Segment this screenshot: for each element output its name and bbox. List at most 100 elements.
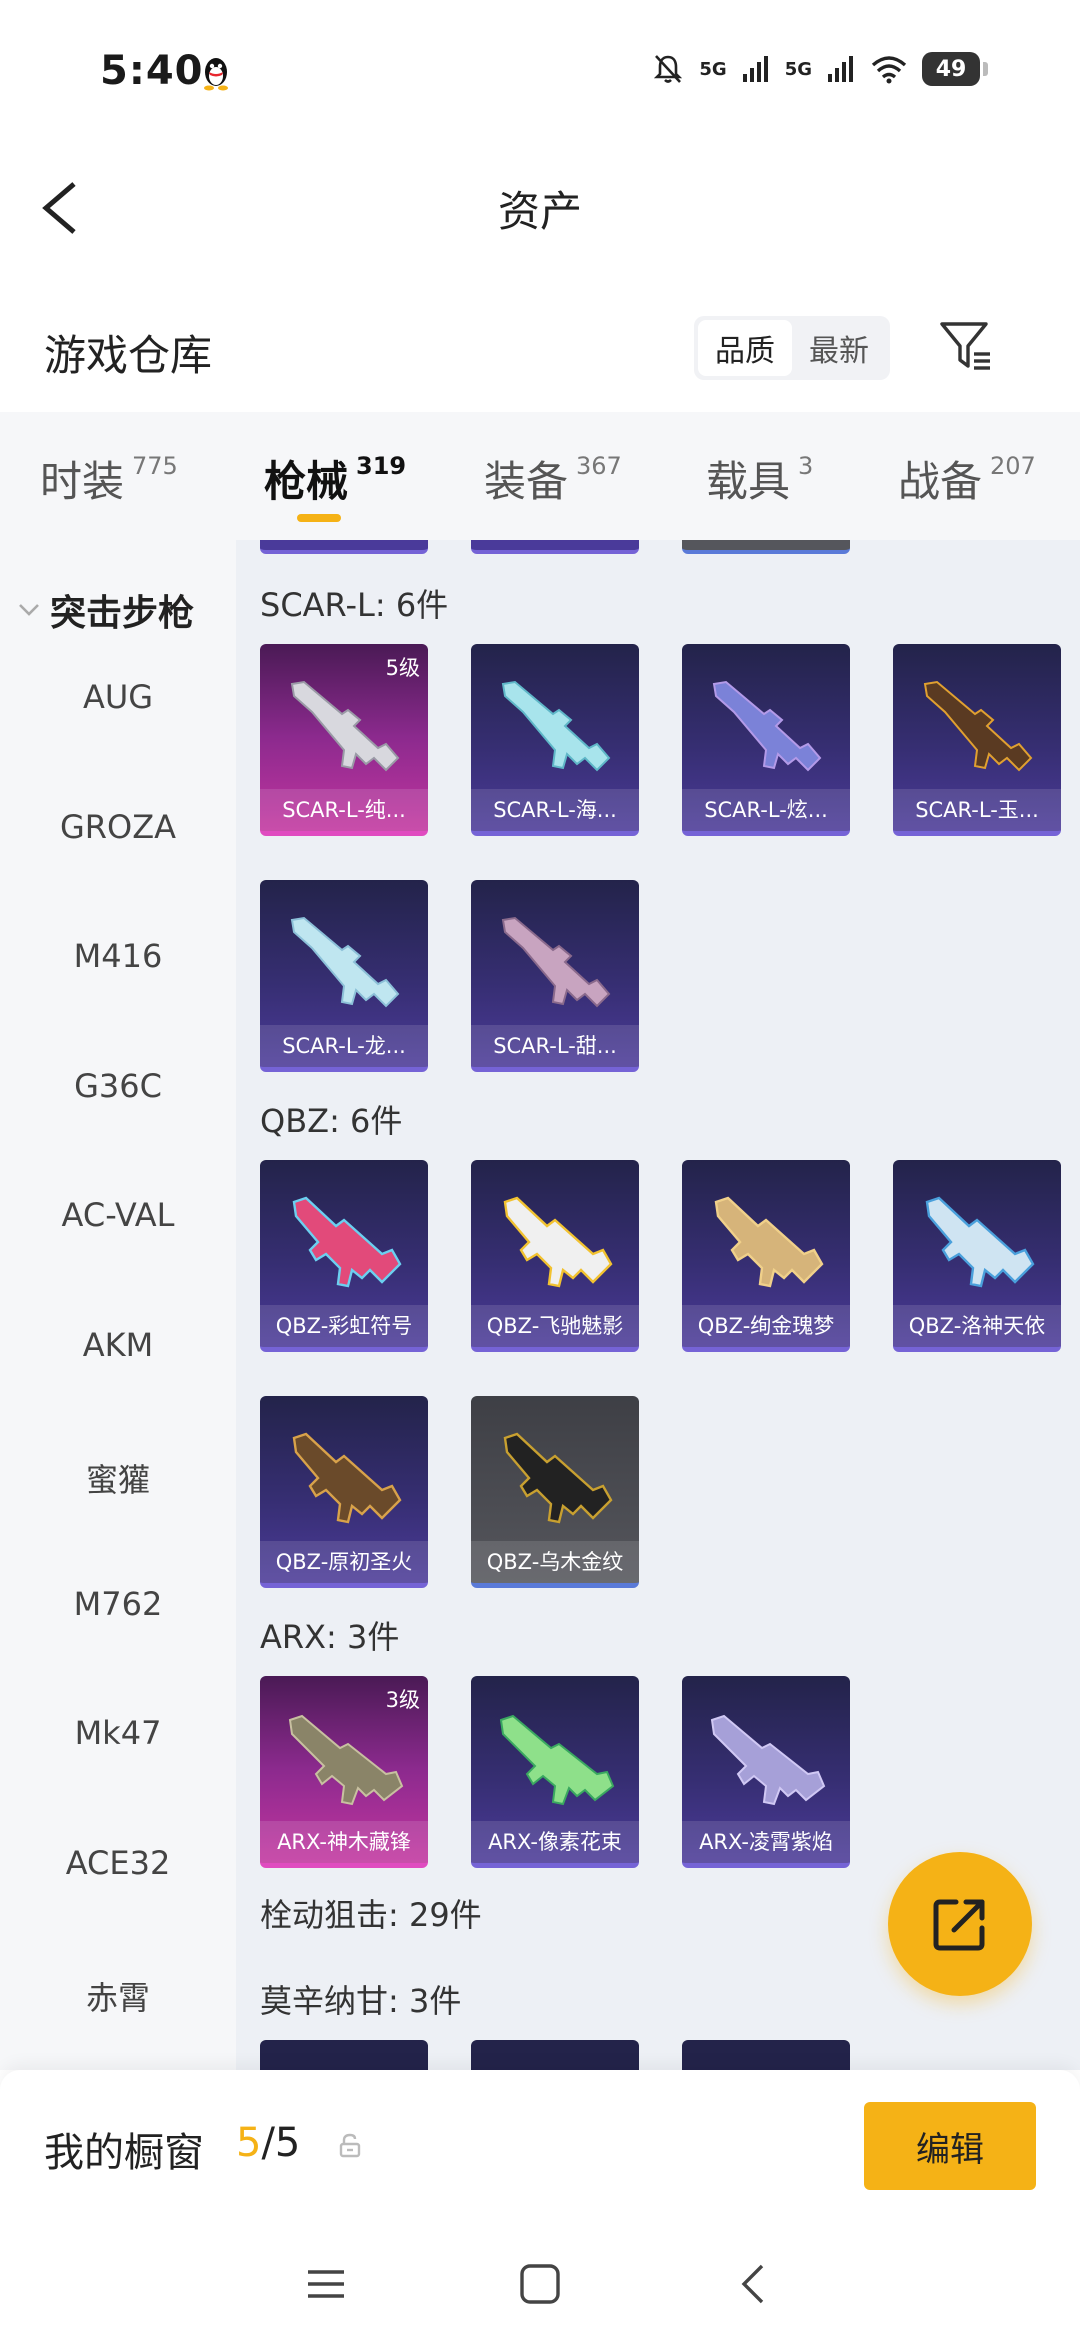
item-card-partial[interactable]	[682, 540, 850, 554]
menu-icon[interactable]	[304, 2262, 348, 2306]
mute-bell-icon	[654, 55, 683, 83]
share-icon	[933, 1899, 985, 1951]
sidebar-category-label: 突击步枪	[50, 593, 195, 634]
item-name: ARX-神木藏锋	[260, 1821, 428, 1863]
tab-vehicles[interactable]: 载具 3	[706, 412, 813, 540]
rifle-icon	[503, 1432, 613, 1524]
rifle-icon	[292, 1196, 402, 1288]
page-title: 资产	[497, 187, 582, 236]
tab-label: 战备	[898, 457, 983, 506]
item-card[interactable]: ARX-像素花束	[471, 1676, 639, 1868]
rifle-icon	[501, 916, 611, 1008]
showcase-total: /5	[261, 2120, 301, 2166]
showcase-count: 5/5	[236, 2120, 300, 2166]
sidebar-item-mk47[interactable]: Mk47	[0, 1714, 236, 1752]
home-icon[interactable]	[518, 2262, 562, 2306]
section-title-qbz: QBZ: 6件	[260, 1102, 403, 1140]
sidebar-item-akm[interactable]: AKM	[0, 1326, 236, 1364]
tab-guns[interactable]: 枪械 319	[264, 412, 406, 540]
item-card[interactable]: QBZ-飞驰魅影	[471, 1160, 639, 1352]
tab-count: 775	[132, 452, 178, 480]
tab-count: 3	[798, 452, 814, 480]
item-card[interactable]: QBZ-彩虹符号	[260, 1160, 428, 1352]
rifle-icon	[503, 1196, 613, 1288]
item-card[interactable]: 5级 SCAR-L-纯...	[260, 644, 428, 836]
item-card-partial[interactable]	[471, 2040, 639, 2070]
item-card-partial[interactable]	[471, 540, 639, 554]
system-nav-bar	[0, 2220, 1080, 2347]
rifle-icon	[714, 1196, 824, 1288]
status-icons: 5G 5G 49	[651, 52, 988, 86]
tab-count: 367	[576, 452, 622, 480]
sidebar-item-ac-val[interactable]: AC-VAL	[0, 1196, 236, 1234]
item-card[interactable]: QBZ-原初圣火	[260, 1396, 428, 1588]
rifle-icon	[712, 680, 822, 772]
item-card[interactable]: SCAR-L-龙...	[260, 880, 428, 1072]
item-name: QBZ-原初圣火	[260, 1541, 428, 1583]
tab-label: 装备	[484, 457, 569, 506]
signal-2-icon	[828, 56, 853, 82]
rifle-icon	[710, 1714, 826, 1806]
warehouse-title: 游戏仓库	[44, 331, 213, 380]
item-card[interactable]: 3级 ARX-神木藏锋	[260, 1676, 428, 1868]
item-name: QBZ-绚金瑰梦	[682, 1305, 850, 1347]
lock-icon	[339, 2133, 361, 2158]
item-card-partial[interactable]	[682, 2040, 850, 2070]
nav-back-icon[interactable]	[732, 2262, 776, 2306]
item-card[interactable]: SCAR-L-甜...	[471, 880, 639, 1072]
share-button[interactable]	[888, 1852, 1032, 1996]
tab-equipment[interactable]: 装备 367	[484, 412, 622, 540]
battery-indicator: 49	[922, 52, 988, 86]
tab-count: 207	[990, 452, 1036, 480]
section-title-mosin: 莫辛纳甘: 3件	[260, 1982, 462, 2020]
edit-button[interactable]: 编辑	[864, 2102, 1036, 2190]
sidebar-item-ace32[interactable]: ACE32	[0, 1844, 236, 1882]
sidebar-item-chixiao[interactable]: 赤霄	[0, 1973, 236, 2019]
filter-icon[interactable]	[938, 316, 994, 376]
item-card[interactable]: ARX-凌霄紫焰	[682, 1676, 850, 1868]
qq-icon	[204, 58, 228, 91]
nav-bar: 资产	[0, 140, 1080, 270]
weapon-grid: SCAR-L: 6件 5级 SCAR-L-纯... SCAR-L-海... SC…	[236, 540, 1080, 2070]
sort-newest-button[interactable]: 最新	[792, 320, 886, 376]
signal-2-label: 5G	[784, 58, 812, 80]
rifle-icon	[290, 916, 400, 1008]
signal-1-icon	[742, 56, 768, 82]
item-name: SCAR-L-炫...	[682, 789, 850, 831]
wifi-icon	[871, 56, 907, 84]
item-card[interactable]: SCAR-L-玉...	[893, 644, 1061, 836]
sidebar-item-m416[interactable]: M416	[0, 937, 236, 975]
rifle-icon	[292, 1432, 402, 1524]
sidebar-category[interactable]: 突击步枪	[18, 584, 194, 636]
sidebar-item-m762[interactable]: M762	[0, 1585, 236, 1623]
sidebar-item-aug[interactable]: AUG	[0, 678, 236, 716]
rifle-icon	[288, 1714, 404, 1806]
sort-quality-button[interactable]: 品质	[698, 320, 792, 376]
tab-supplies[interactable]: 战备 207	[898, 412, 1036, 540]
item-name: SCAR-L-海...	[471, 789, 639, 831]
item-name: QBZ-飞驰魅影	[471, 1305, 639, 1347]
item-name: QBZ-洛神天依	[893, 1305, 1061, 1347]
sidebar-item-groza[interactable]: GROZA	[0, 808, 236, 846]
item-name: SCAR-L-纯...	[260, 789, 428, 831]
tab-fashion[interactable]: 时装 775	[40, 412, 178, 540]
item-card[interactable]: SCAR-L-炫...	[682, 644, 850, 836]
sidebar-item-honey-badger[interactable]: 蜜獾	[0, 1455, 236, 1501]
section-title-arx: ARX: 3件	[260, 1618, 400, 1656]
sidebar-item-g36c[interactable]: G36C	[0, 1067, 236, 1105]
weapon-sidebar: 突击步枪 AUG GROZA M416 G36C AC-VAL AKM 蜜獾 M…	[0, 540, 236, 2070]
sort-toggle: 品质 最新	[694, 316, 890, 380]
section-title-bolt-action: 栓动狙击: 29件	[260, 1896, 482, 1934]
warehouse-header: 游戏仓库 品质 最新	[0, 300, 1080, 410]
item-card[interactable]: QBZ-乌木金纹	[471, 1396, 639, 1588]
rifle-icon	[925, 1196, 1035, 1288]
tab-count: 319	[356, 452, 407, 480]
item-name: SCAR-L-玉...	[893, 789, 1061, 831]
item-card[interactable]: SCAR-L-海...	[471, 644, 639, 836]
item-card-partial[interactable]	[260, 540, 428, 554]
rifle-icon	[499, 1714, 615, 1806]
item-card[interactable]: QBZ-绚金瑰梦	[682, 1160, 850, 1352]
tab-active-indicator	[297, 514, 342, 522]
item-card-partial[interactable]	[260, 2040, 428, 2070]
item-card[interactable]: QBZ-洛神天依	[893, 1160, 1061, 1352]
